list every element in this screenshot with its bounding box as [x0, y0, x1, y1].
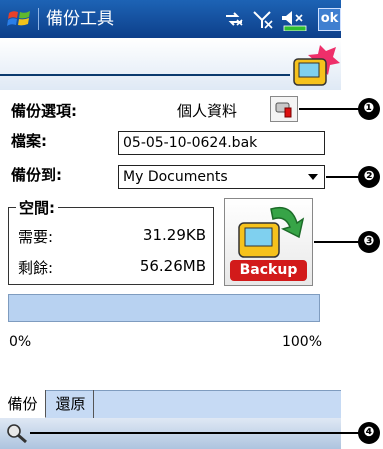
backup-button-label: Backup: [230, 260, 307, 281]
backup-to-label: 備份到:: [11, 166, 62, 184]
banner-divider: [0, 74, 290, 76]
title-separator: [38, 8, 39, 30]
windows-flag-icon[interactable]: [5, 7, 35, 31]
callout-3: ❸: [358, 231, 380, 253]
callout-2: ❷: [358, 166, 380, 188]
callout-line-4: [30, 432, 360, 434]
input-panel-icon[interactable]: [4, 422, 30, 444]
page-title: 備份工具: [46, 9, 114, 29]
backup-to-dropdown[interactable]: My Documents: [118, 165, 325, 189]
backup-to-value: My Documents: [123, 169, 228, 185]
speaker-mute-icon[interactable]: [280, 9, 310, 31]
progress-max-label: 100%: [281, 334, 322, 350]
backup-item-value: 個人資料: [177, 102, 238, 120]
file-name-field[interactable]: 05-05-10-0624.bak: [118, 131, 325, 155]
remaining-label: 剩餘:: [18, 259, 54, 277]
progress-min-label: 0%: [9, 334, 32, 350]
connectivity-icon[interactable]: [224, 10, 244, 28]
remaining-value: 56.26MB: [139, 257, 206, 275]
required-label: 需要:: [18, 228, 54, 246]
backup-item-label: 備份選項:: [11, 102, 77, 120]
tab-restore[interactable]: 還原: [48, 390, 94, 418]
callout-4: ❹: [358, 422, 380, 444]
backup-button[interactable]: Backup: [224, 198, 313, 286]
callout-line-3: [314, 241, 360, 243]
file-label: 檔案:: [11, 132, 47, 150]
signal-off-icon[interactable]: [252, 9, 274, 29]
chevron-down-icon: [308, 174, 318, 180]
tool-picker-icon: [275, 102, 292, 118]
tab-backup[interactable]: 備份: [0, 390, 46, 418]
ok-button[interactable]: ok: [318, 8, 341, 31]
space-group-label: 空間:: [16, 197, 58, 218]
item-select-button[interactable]: [270, 96, 298, 122]
callout-1: ❶: [358, 98, 380, 120]
callout-line-1: [299, 108, 361, 110]
progress-bar: [8, 294, 320, 322]
required-value: 31.29KB: [142, 226, 206, 244]
backup-tool-icon: [293, 45, 340, 86]
callout-line-2: [326, 176, 360, 178]
backup-device-icon: [238, 206, 305, 258]
